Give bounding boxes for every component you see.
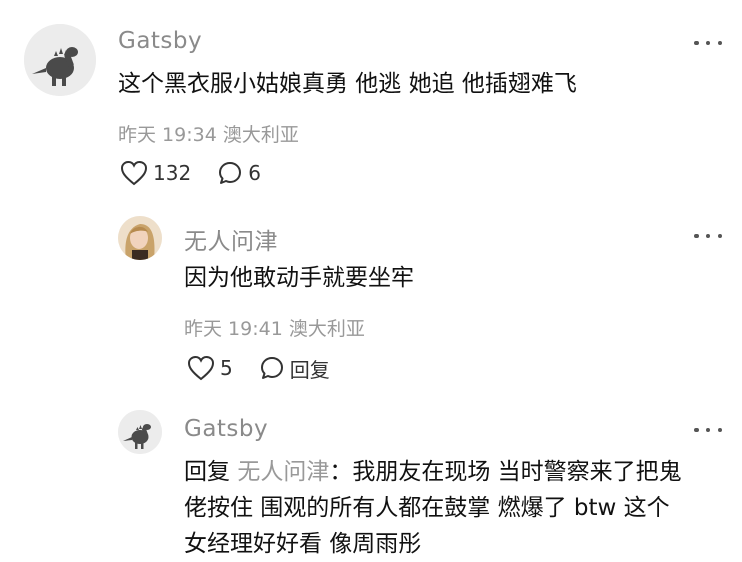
comment-time: 昨天 19:41	[184, 318, 283, 340]
reply-button[interactable]: 6	[217, 160, 261, 186]
more-dot-icon	[717, 40, 722, 46]
like-button[interactable]: 5	[187, 355, 233, 381]
comment-bubble-icon	[260, 357, 283, 379]
more-dot-icon	[717, 233, 722, 239]
comment-1: Gatsby 这个黑衣服小姑娘真勇 他逃 她追 他插翅难飞 昨天 19:34 澳…	[0, 0, 742, 200]
heart-icon	[187, 355, 215, 381]
comment-text-line: 佬按住 围观的所有人都在鼓掌 燃爆了 btw 这个	[184, 495, 670, 521]
more-dot-icon	[705, 427, 711, 433]
reply-separator: ：	[329, 459, 353, 485]
comment-3: Gatsby 回复 无人问津：我朋友在现场 当时警察来了把鬼 佬按住 围观的所有…	[0, 400, 742, 562]
dinosaur-avatar-icon	[118, 410, 162, 454]
more-dot-icon	[705, 233, 711, 239]
like-button[interactable]: 132	[120, 160, 191, 186]
person-avatar-icon	[118, 216, 162, 260]
more-dot-icon	[694, 427, 699, 433]
more-dot-icon	[694, 40, 699, 46]
reply-count: 6	[248, 161, 261, 185]
comment-text: 因为他敢动手就要坐牢	[184, 265, 414, 291]
reply-target-username[interactable]: 无人问津	[237, 459, 329, 485]
comment-text-segment: 我朋友在现场 当时警察来了把鬼	[352, 459, 682, 485]
avatar[interactable]	[118, 410, 162, 454]
comment-meta: 昨天 19:34 澳大利亚	[118, 120, 299, 147]
reply-label: 回复	[289, 357, 330, 382]
more-dot-icon	[694, 233, 699, 239]
username[interactable]: 无人问津	[184, 222, 278, 256]
comment-actions: 132 6	[120, 158, 287, 188]
comment-time: 昨天 19:34	[118, 124, 217, 146]
dinosaur-avatar-icon	[24, 24, 96, 96]
like-count: 5	[220, 356, 233, 380]
comment-text: 这个黑衣服小姑娘真勇 他逃 她追 他插翅难飞	[118, 71, 577, 97]
more-options-button[interactable]	[694, 38, 722, 48]
comment-2: 无人问津 因为他敢动手就要坐牢 昨天 19:41 澳大利亚 5 回复	[0, 200, 742, 400]
username[interactable]: Gatsby	[184, 416, 268, 442]
more-options-button[interactable]	[694, 231, 722, 241]
avatar[interactable]	[24, 24, 96, 96]
comment-location: 澳大利亚	[288, 318, 365, 340]
more-dot-icon	[705, 40, 711, 46]
reply-button[interactable]: 回复	[259, 354, 330, 383]
comment-bubble-icon	[219, 162, 242, 184]
comment-text: 回复 无人问津：我朋友在现场 当时警察来了把鬼 佬按住 围观的所有人都在鼓掌 燃…	[184, 454, 682, 562]
comment-location: 澳大利亚	[222, 124, 299, 146]
reply-prefix: 回复	[184, 459, 230, 485]
comment-text-line: 回复 无人问津：我朋友在现场 当时警察来了把鬼	[184, 454, 682, 490]
more-dot-icon	[717, 427, 722, 433]
like-count: 132	[153, 161, 192, 185]
comment-meta: 昨天 19:41 澳大利亚	[184, 314, 365, 341]
comment-text-line: 女经理好好看 像周雨彤	[184, 531, 422, 557]
more-options-button[interactable]	[694, 425, 722, 435]
comment-actions: 5 回复	[187, 353, 356, 383]
avatar[interactable]	[118, 216, 162, 260]
heart-icon	[120, 160, 148, 186]
username[interactable]: Gatsby	[118, 28, 202, 54]
